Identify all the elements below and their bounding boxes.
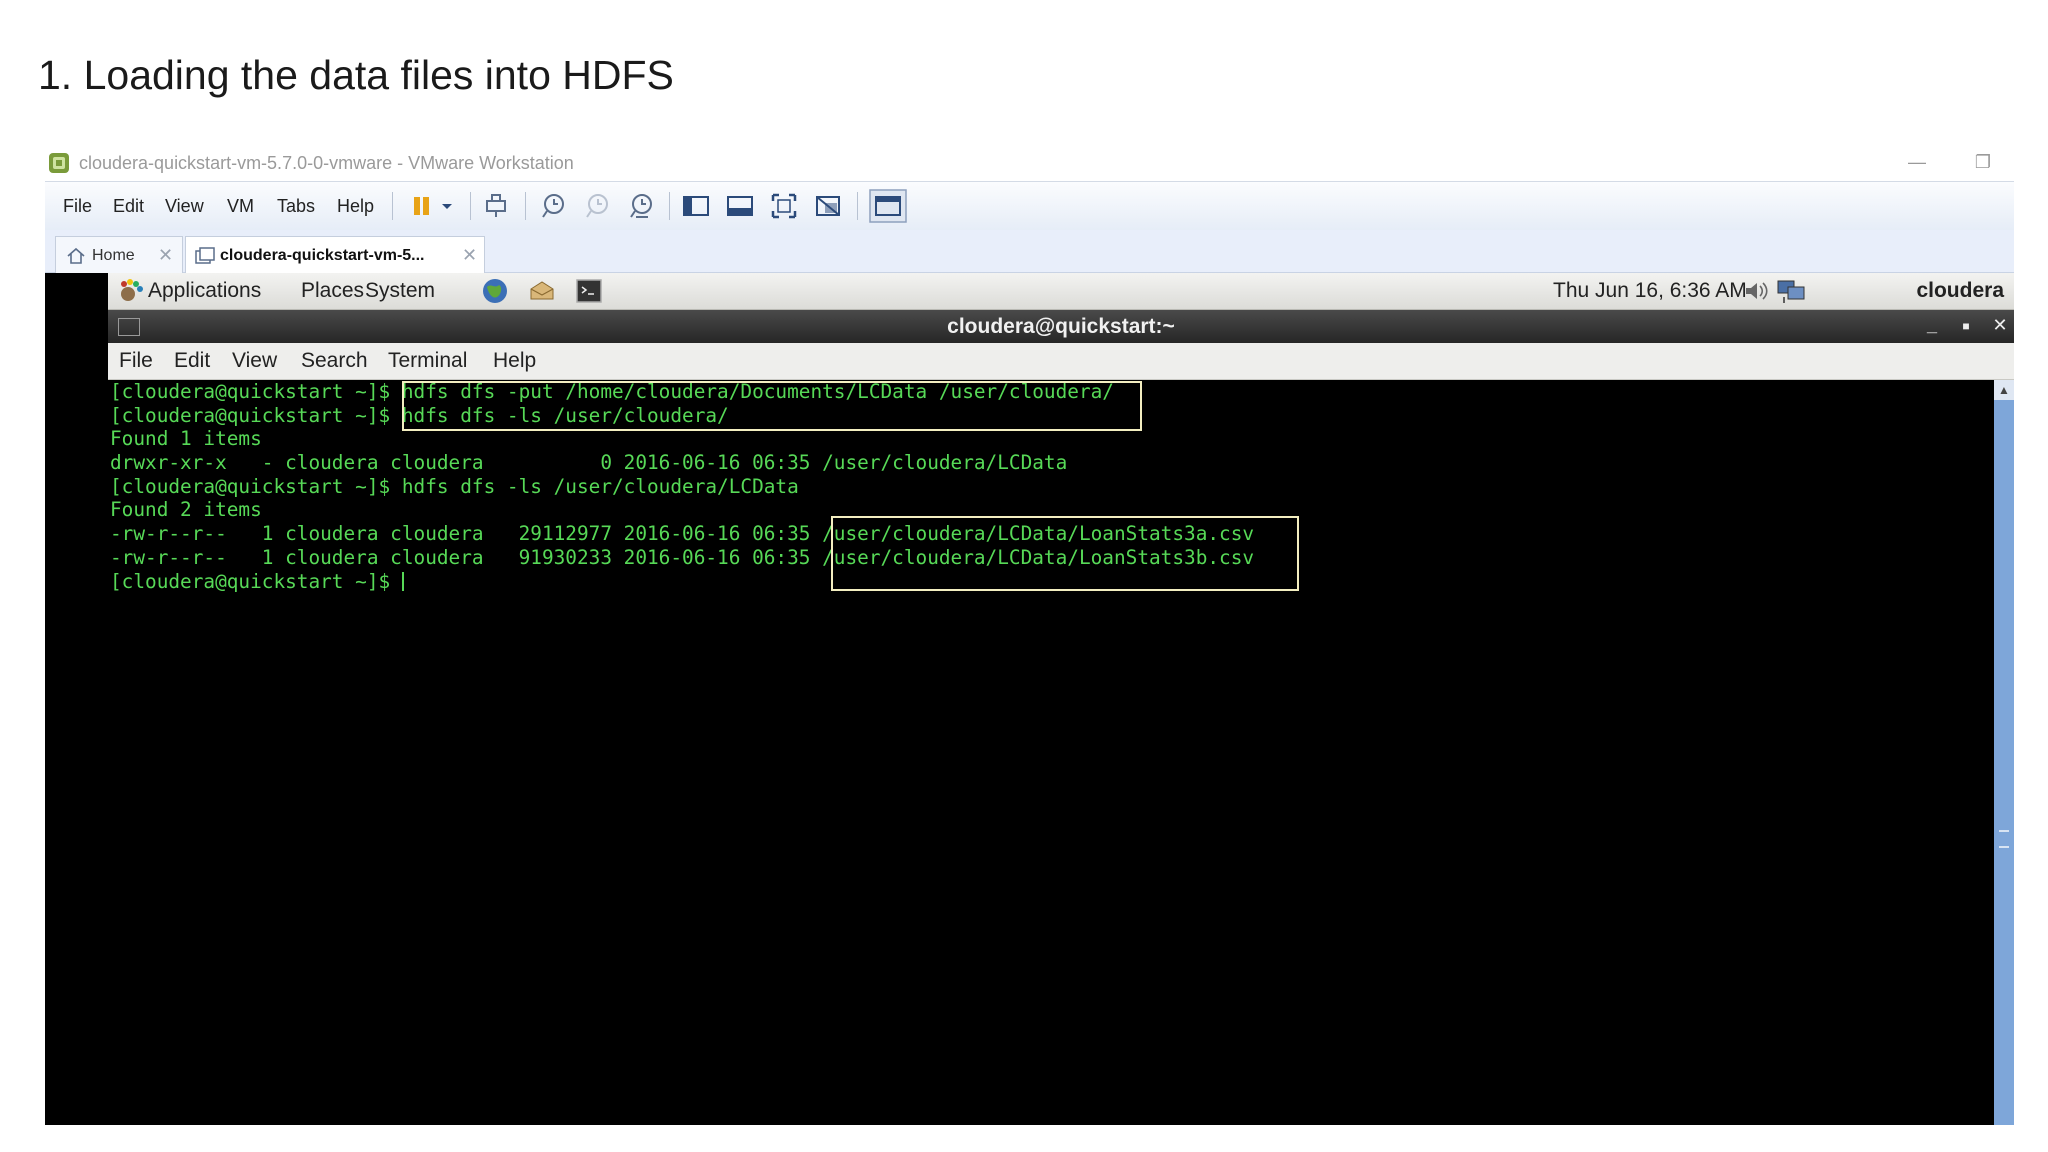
toolbar-separator xyxy=(857,192,858,220)
panel-user-name[interactable]: cloudera xyxy=(1916,279,2004,303)
applications-foot-icon xyxy=(121,279,143,301)
terminal-line: drwxr-xr-x - cloudera cloudera 0 2016-06… xyxy=(110,451,1068,475)
toolbar-separator xyxy=(470,192,471,220)
close-icon[interactable]: ✕ xyxy=(158,245,173,266)
highlight-box-commands xyxy=(402,381,1142,431)
home-icon xyxy=(67,247,85,264)
send-ctrl-alt-del-icon[interactable] xyxy=(481,191,511,221)
panel-menu-applications[interactable]: Applications xyxy=(148,279,261,303)
vmware-menu-tabs[interactable]: Tabs xyxy=(277,196,315,217)
chevron-down-icon[interactable] xyxy=(437,191,457,221)
restore-icon[interactable]: ❐ xyxy=(1963,149,2003,175)
terminal-scrollbar[interactable]: ▲ xyxy=(1994,380,2014,1125)
vm-icon xyxy=(195,247,215,264)
terminal-title: cloudera@quickstart:~ xyxy=(947,315,1175,338)
terminal-window: cloudera@quickstart:~ _ ■ ✕ File Edit Vi… xyxy=(108,310,2014,1125)
terminal-menu-search[interactable]: Search xyxy=(301,349,368,373)
tab-cloudera-vm-label: cloudera-quickstart-vm-5... xyxy=(220,247,425,264)
toolbar-separator xyxy=(392,192,393,220)
terminal-prompt: [cloudera@quickstart ~]$ xyxy=(110,569,402,593)
panel-clock[interactable]: Thu Jun 16, 6:36 AM xyxy=(1553,279,1747,303)
close-icon[interactable]: ✕ xyxy=(1988,315,2012,336)
snapshot-revert-icon[interactable] xyxy=(582,191,612,221)
vmware-menu-view[interactable]: View xyxy=(165,196,204,217)
terminal-line: [cloudera@quickstart ~]$ hdfs dfs -ls /u… xyxy=(110,474,799,498)
vmware-titlebar: cloudera-quickstart-vm-5.7.0-0-vmware - … xyxy=(45,143,2014,181)
minimize-icon[interactable]: _ xyxy=(1920,315,1944,336)
tab-cloudera-vm[interactable]: cloudera-quickstart-vm-5... ✕ xyxy=(185,236,485,273)
terminal-menu-help[interactable]: Help xyxy=(493,349,536,373)
console-view-icon[interactable] xyxy=(869,189,907,223)
mail-icon[interactable] xyxy=(528,277,556,305)
maximize-icon[interactable]: ■ xyxy=(1954,319,1978,333)
panel-menu-places[interactable]: Places xyxy=(301,279,364,303)
terminal-menu-file[interactable]: File xyxy=(119,349,153,373)
vmware-toolbar: File Edit View VM Tabs Help xyxy=(45,181,2014,231)
vmware-tab-strip: Home ✕ cloudera-quickstart-vm-5... ✕ xyxy=(45,230,2014,273)
vmware-menu-edit[interactable]: Edit xyxy=(113,196,144,217)
volume-icon[interactable] xyxy=(1742,277,1770,305)
gnome-top-panel: Applications Places System Thu Jun 16, 6… xyxy=(108,273,2014,310)
terminal-menubar: File Edit View Search Terminal Help xyxy=(108,343,2014,380)
terminal-menu-edit[interactable]: Edit xyxy=(174,349,210,373)
pause-icon[interactable] xyxy=(407,191,437,221)
snapshot-manager-icon[interactable] xyxy=(626,191,656,221)
terminal-menu-view[interactable]: View xyxy=(232,349,277,373)
terminal-titlebar: cloudera@quickstart:~ _ ■ ✕ xyxy=(108,310,2014,343)
vmware-menu-vm[interactable]: VM xyxy=(227,196,254,217)
tab-home-label: Home xyxy=(92,247,135,264)
vmware-window: cloudera-quickstart-vm-5.7.0-0-vmware - … xyxy=(45,143,2014,1125)
web-browser-icon[interactable] xyxy=(481,277,509,305)
terminal-menu-terminal[interactable]: Terminal xyxy=(388,349,467,373)
show-thumbnail-bar-icon[interactable] xyxy=(725,191,755,221)
toolbar-separator xyxy=(525,192,526,220)
terminal-output[interactable]: [cloudera@quickstart ~]$ hdfs dfs -put /… xyxy=(108,380,1994,1125)
full-screen-icon[interactable] xyxy=(769,191,799,221)
vmware-app-icon xyxy=(49,153,69,173)
panel-menu-system[interactable]: System xyxy=(365,279,435,303)
slide-title: 1. Loading the data files into HDFS xyxy=(38,52,674,98)
snapshot-take-icon[interactable] xyxy=(538,191,568,221)
terminal-launcher-icon[interactable] xyxy=(575,277,603,305)
vmware-menu-file[interactable]: File xyxy=(63,196,92,217)
scroll-up-icon[interactable]: ▲ xyxy=(1994,380,2014,400)
vmware-menu-help[interactable]: Help xyxy=(337,196,374,217)
network-icon[interactable] xyxy=(1776,277,1808,305)
toolbar-separator xyxy=(669,192,670,220)
vmware-window-title: cloudera-quickstart-vm-5.7.0-0-vmware - … xyxy=(79,153,574,173)
show-library-icon[interactable] xyxy=(681,191,711,221)
guest-display[interactable]: Applications Places System Thu Jun 16, 6… xyxy=(45,273,2014,1125)
close-icon[interactable]: ✕ xyxy=(462,245,477,266)
scrollbar-grip[interactable] xyxy=(1999,830,2009,848)
text-cursor xyxy=(401,571,404,591)
minimize-icon[interactable]: — xyxy=(1897,149,1937,175)
unity-mode-icon[interactable] xyxy=(813,191,843,221)
tab-home[interactable]: Home ✕ xyxy=(55,236,183,273)
highlight-box-csv-paths xyxy=(831,516,1299,591)
